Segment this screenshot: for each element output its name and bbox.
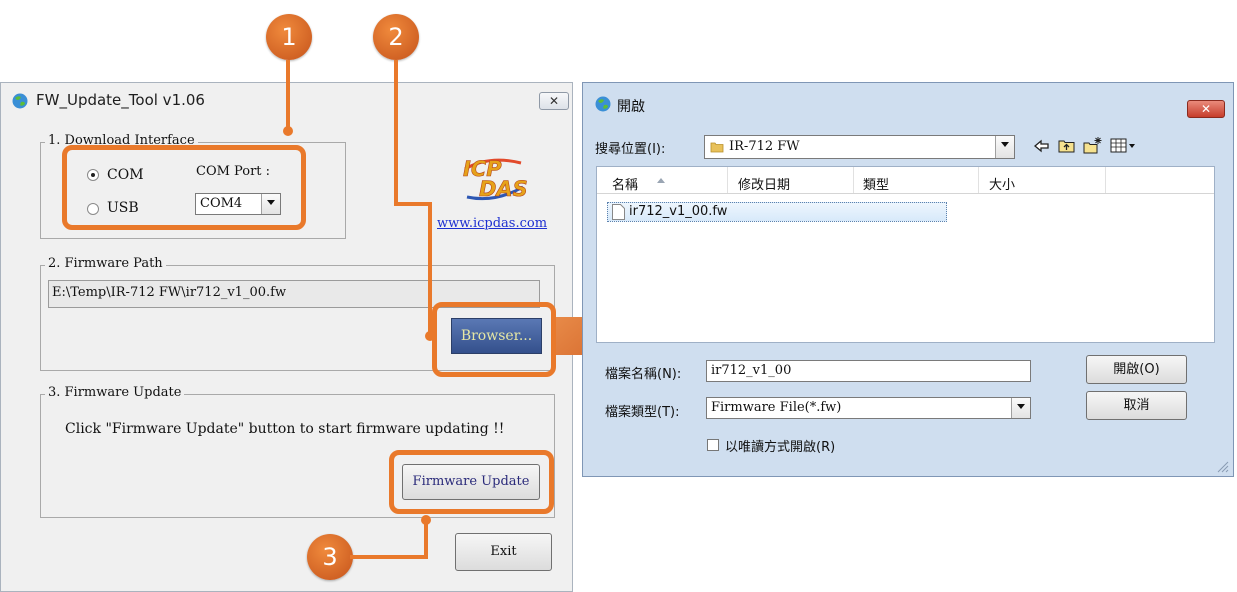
filename-input[interactable]: ir712_v1_00 — [706, 360, 1031, 382]
chevron-down-icon[interactable] — [1011, 398, 1030, 418]
connector-dot-1 — [283, 126, 293, 136]
cancel-button[interactable]: 取消 — [1086, 391, 1187, 420]
connector-line-2c — [428, 202, 432, 334]
open-button[interactable]: 開啟(O) — [1086, 355, 1187, 384]
firmware-update-legend: 3. Firmware Update — [45, 385, 185, 400]
chevron-down-icon[interactable] — [995, 136, 1014, 158]
file-icon — [612, 204, 625, 220]
folder-icon — [710, 140, 724, 154]
connector-dot-3 — [421, 515, 431, 525]
filename-label: 檔案名稱(N): — [605, 367, 682, 382]
column-type[interactable]: 類型 — [863, 174, 889, 193]
sort-up-icon — [657, 168, 665, 183]
new-folder-icon[interactable] — [1083, 136, 1103, 156]
connector-line-3b — [424, 520, 428, 559]
look-in-select[interactable]: IR-712 FW — [704, 135, 1015, 159]
step-marker-2: 2 — [373, 14, 419, 60]
exit-button[interactable]: Exit — [455, 533, 552, 571]
step-marker-1: 1 — [266, 14, 312, 60]
filetype-select[interactable]: Firmware File(*.fw) — [706, 397, 1031, 419]
column-name[interactable]: 名稱 — [612, 174, 638, 193]
connector-line-2b — [394, 202, 432, 206]
file-name: ir712_v1_00.fw — [629, 204, 728, 219]
highlight-box-interface — [62, 145, 306, 230]
file-list-header: 名稱 修改日期 類型 大小 — [597, 167, 1214, 194]
connector-dot-2 — [425, 331, 435, 341]
highlight-box-browse — [432, 302, 556, 377]
dialog-title: 開啟 — [617, 99, 645, 115]
highlight-box-update — [389, 450, 554, 514]
file-row[interactable]: ir712_v1_00.fw — [607, 202, 947, 222]
column-divider — [853, 167, 854, 193]
connector-line-2a — [394, 60, 398, 206]
file-list[interactable]: 名稱 修改日期 類型 大小 ir712_v1_00.fw — [596, 166, 1215, 343]
step-marker-3: 3 — [307, 534, 353, 580]
icpdas-logo: ICP DAS — [459, 149, 529, 205]
column-divider — [978, 167, 979, 193]
firmware-path-legend: 2. Firmware Path — [45, 256, 166, 271]
up-folder-icon[interactable] — [1058, 137, 1076, 155]
logo-text-bottom: DAS — [479, 177, 528, 202]
look-in-label: 搜尋位置(I): — [595, 142, 666, 157]
readonly-checkbox[interactable] — [707, 439, 719, 451]
column-size[interactable]: 大小 — [989, 174, 1015, 193]
close-button[interactable]: ✕ — [539, 92, 569, 110]
connector-line-1 — [286, 60, 290, 132]
firmware-update-instruction: Click "Firmware Update" button to start … — [65, 421, 505, 437]
firmware-path-value: E:\Temp\IR-712 FW\ir712_v1_00.fw — [52, 285, 287, 300]
column-divider — [727, 167, 728, 193]
window-title: FW_Update_Tool v1.06 — [36, 91, 205, 109]
look-in-value: IR-712 FW — [729, 139, 800, 154]
dialog-close-button[interactable]: ✕ — [1187, 100, 1225, 118]
filename-value: ir712_v1_00 — [711, 363, 792, 378]
view-menu-icon[interactable] — [1110, 137, 1138, 155]
filetype-value: Firmware File(*.fw) — [711, 400, 842, 415]
resize-grip-icon[interactable] — [1215, 458, 1229, 473]
column-divider — [1105, 167, 1106, 193]
filetype-label: 檔案類型(T): — [605, 405, 680, 420]
website-link[interactable]: www.icpdas.com — [437, 216, 547, 231]
back-arrow-icon[interactable] — [1033, 137, 1051, 155]
open-file-dialog: 開啟 ✕ 搜尋位置(I): IR-712 FW 名稱 修改日期 類型 大小 ir… — [582, 82, 1234, 477]
column-modified[interactable]: 修改日期 — [738, 174, 790, 193]
dialog-icon — [595, 96, 611, 112]
readonly-label[interactable]: 以唯讀方式開啟(R) — [725, 436, 835, 455]
app-icon — [12, 93, 28, 109]
connector-line-3a — [350, 555, 428, 559]
